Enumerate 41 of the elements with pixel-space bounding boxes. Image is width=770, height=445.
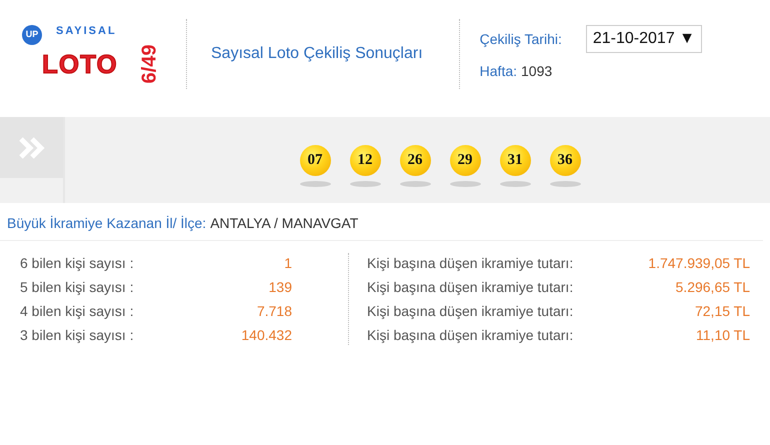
ball-shadow xyxy=(550,181,580,187)
week-label: Hafta: xyxy=(480,63,518,79)
prize-label: Kişi başına düşen ikramiye tutarı: xyxy=(367,278,574,297)
logo-badge: UP xyxy=(22,24,42,44)
lottery-ball: 36 xyxy=(550,145,580,176)
page-title: Sayısal Loto Çekiliş Sonuçları xyxy=(210,44,424,64)
prize-amount: 1.747.939,05 TL xyxy=(648,254,750,273)
week-number: 1093 xyxy=(521,63,552,79)
match-label: 4 bilen kişi sayısı : xyxy=(20,302,135,321)
lottery-ball: 26 xyxy=(400,145,430,176)
winner-count: 140.432 xyxy=(241,326,292,345)
winner-label: Büyük İkramiye Kazanan İl/ İlçe: xyxy=(7,215,206,231)
match-label: 5 bilen kişi sayısı : xyxy=(20,278,135,297)
winner-count: 1 xyxy=(283,254,292,273)
ball-shadow xyxy=(450,181,480,187)
ball-shadow xyxy=(500,181,530,187)
match-label: 3 bilen kişi sayısı : xyxy=(20,326,135,345)
winner-count: 7.718 xyxy=(256,302,292,321)
prize-amount: 11,10 TL xyxy=(695,326,750,345)
logo-text: LOTO xyxy=(42,48,118,80)
prize-label: Kişi başına düşen ikramiye tutarı: xyxy=(367,254,574,273)
date-select[interactable]: 21-10-2017 ▼ xyxy=(586,25,702,53)
logo-text: SAYISAL xyxy=(56,24,117,38)
prize-amount: 5.296,65 TL xyxy=(674,278,750,297)
lottery-ball: 07 xyxy=(300,145,330,176)
ball-shadow xyxy=(300,181,330,187)
winner-location: ANTALYA / MANAVGAT xyxy=(210,215,358,231)
prize-label: Kişi başına düşen ikramiye tutarı: xyxy=(367,302,574,321)
lottery-ball: 31 xyxy=(500,145,530,176)
logo-text: 6/49 xyxy=(137,44,162,83)
prize-amount: 72,15 TL xyxy=(694,302,750,321)
lottery-ball: 29 xyxy=(450,145,480,176)
ball-shadow xyxy=(350,181,380,187)
match-label: 6 bilen kişi sayısı : xyxy=(20,254,135,273)
date-label: Çekiliş Tarihi: xyxy=(480,30,562,49)
expand-button[interactable] xyxy=(0,117,63,178)
prize-label: Kişi başına düşen ikramiye tutarı: xyxy=(367,326,574,345)
lottery-ball: 12 xyxy=(350,145,380,176)
ball-shadow xyxy=(400,181,430,187)
winner-count: 139 xyxy=(268,278,292,297)
double-chevron-icon xyxy=(18,136,44,158)
